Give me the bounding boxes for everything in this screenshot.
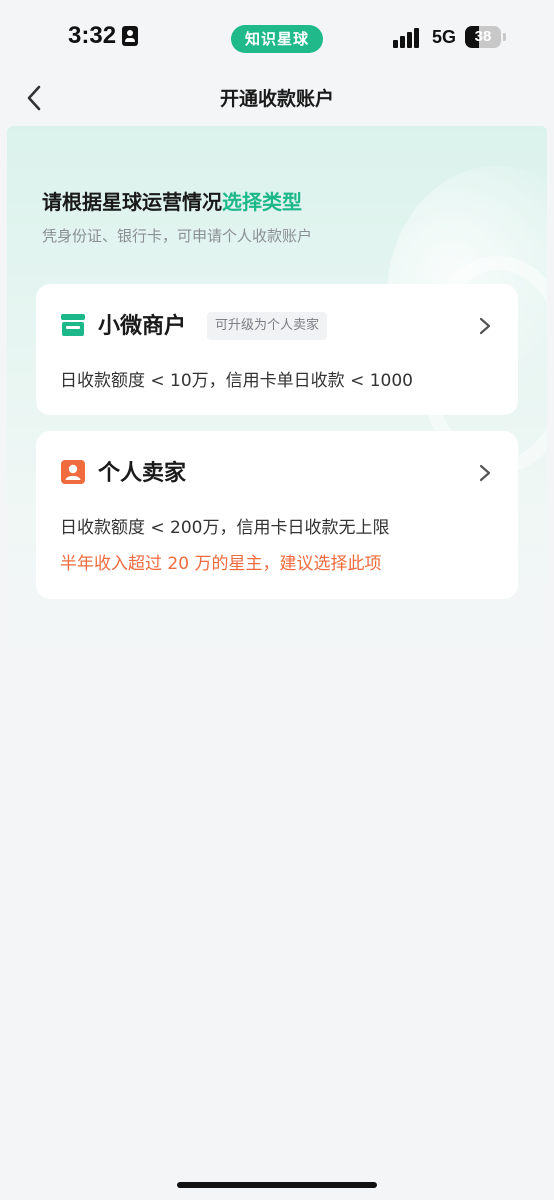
headline: 请根据星球运营情况选择类型 [42, 186, 302, 215]
page-title: 开通收款账户 [219, 88, 334, 110]
time-text: 3:32 [68, 22, 117, 49]
battery-icon: 38 [465, 26, 501, 48]
headline-highlight: 选择类型 [222, 190, 302, 214]
signal-icon [393, 28, 423, 48]
option-card-individual-seller[interactable]: 个人卖家 日收款额度 < 200万，信用卡日收款无上限 半年收入超过 20 万的… [36, 431, 518, 599]
option-description: 日收款额度 < 200万，信用卡日收款无上限 [60, 518, 390, 538]
status-bar: 3:32 知识星球 5G 38 [0, 0, 554, 74]
chevron-right-icon [479, 317, 491, 335]
app-indicator-pill[interactable]: 知识星球 [231, 25, 323, 53]
battery-level: 38 [474, 28, 492, 45]
subtitle: 凭身份证、银行卡，可申请个人收款账户 [42, 227, 313, 245]
back-button[interactable] [14, 78, 54, 118]
chevron-left-icon [27, 85, 41, 111]
person-card-icon [61, 460, 85, 484]
upgrade-tag: 可升级为个人卖家 [207, 312, 328, 340]
option-card-micro-merchant[interactable]: 小微商户 可升级为个人卖家 日收款额度 < 10万，信用卡单日收款 < 1000 [36, 284, 518, 415]
store-icon [61, 314, 85, 336]
focus-person-icon [122, 26, 139, 46]
network-type: 5G [432, 27, 457, 47]
screen: 3:32 知识星球 5G 38 开通收款账户 请根据星球运营情况选择类型 凭身份… [0, 0, 554, 1200]
option-title: 小微商户 [98, 314, 187, 339]
home-indicator[interactable] [177, 1182, 377, 1188]
option-title: 个人卖家 [98, 461, 187, 486]
status-time: 3:32 [68, 22, 139, 50]
nav-bar: 开通收款账户 [0, 74, 554, 124]
headline-prefix: 请根据星球运营情况 [42, 190, 222, 214]
option-description: 日收款额度 < 10万，信用卡单日收款 < 1000 [60, 371, 413, 391]
battery-cap [503, 33, 506, 41]
chevron-right-icon [479, 464, 491, 482]
recommendation-note: 半年收入超过 20 万的星主，建议选择此项 [60, 554, 382, 574]
